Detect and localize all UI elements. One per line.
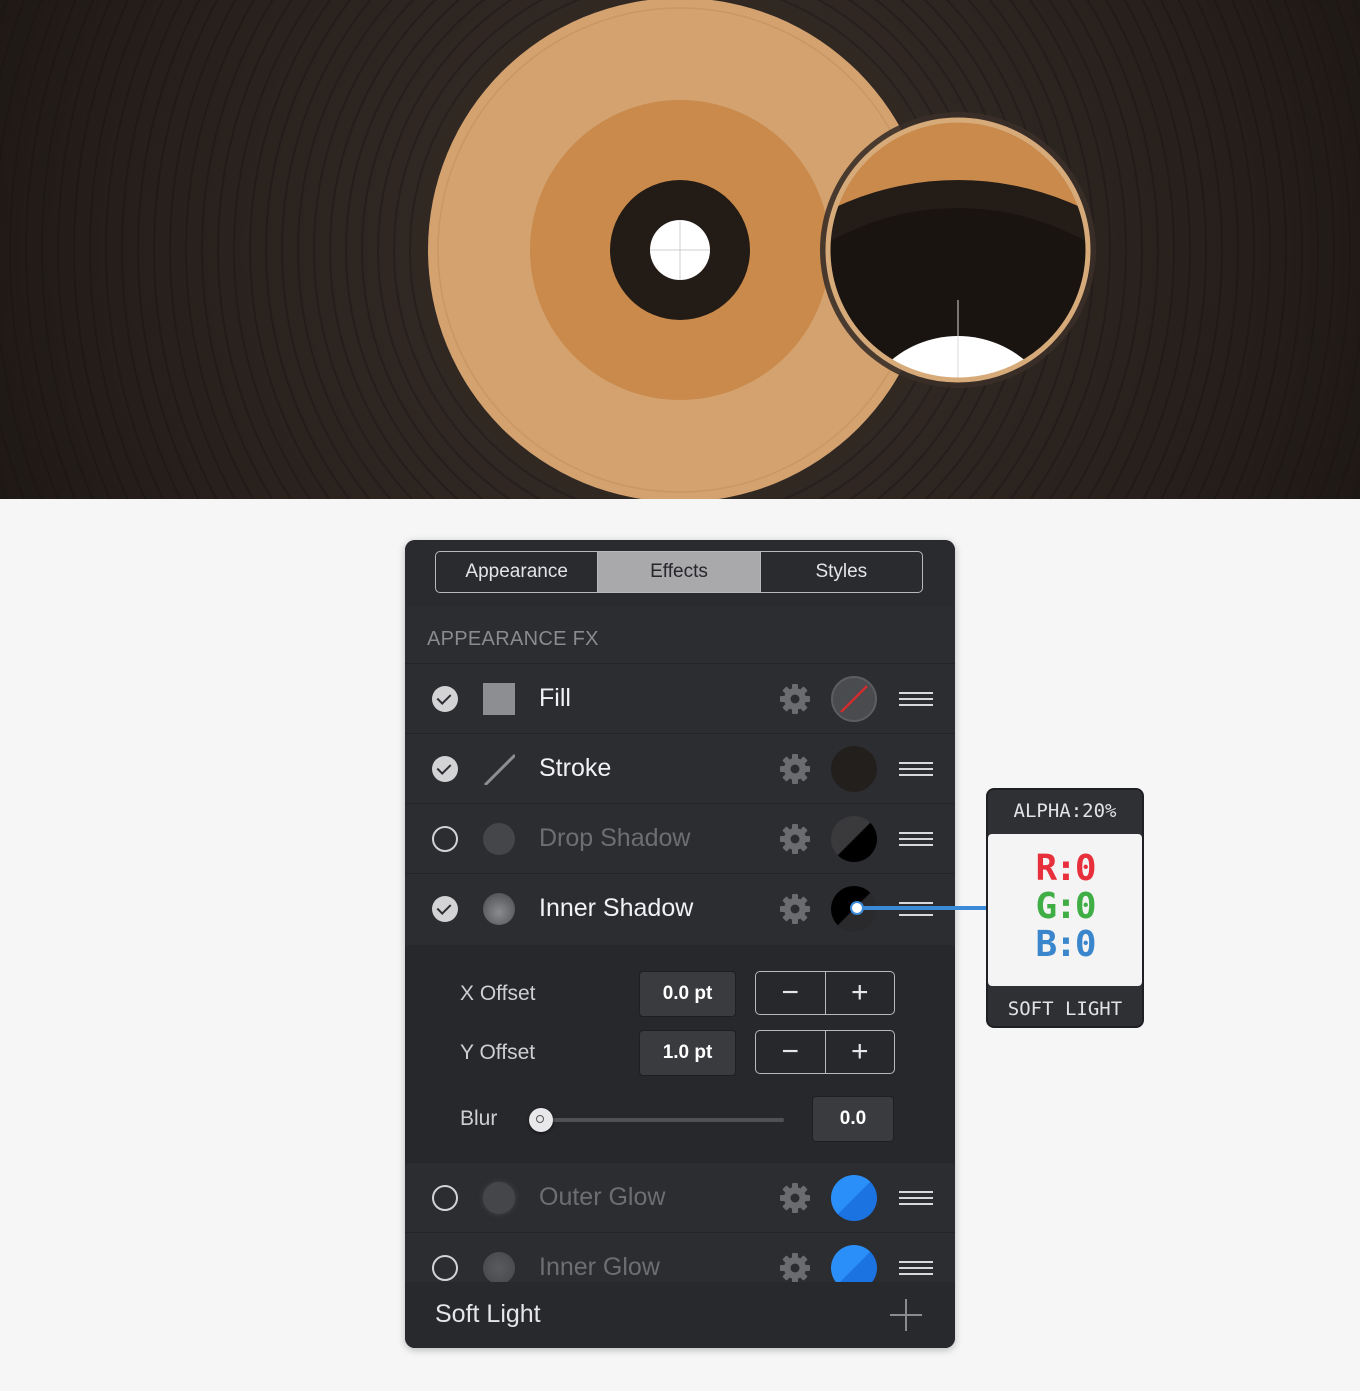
gear-icon[interactable]	[777, 821, 813, 857]
tab-bar: Appearance Effects Styles	[435, 551, 923, 593]
square-icon	[483, 683, 515, 715]
blur-label: Blur	[460, 1107, 498, 1130]
blend-mode-label: SOFT LIGHT	[1007, 998, 1123, 1020]
y-offset-label: Y Offset	[460, 1041, 536, 1064]
circle-icon	[483, 823, 515, 855]
x-offset-label: X Offset	[460, 982, 536, 1005]
drag-handle-icon[interactable]	[899, 1191, 933, 1205]
green-value: G:0	[1035, 886, 1096, 927]
y-offset-decrement-button[interactable]: −	[756, 1031, 825, 1073]
gear-icon[interactable]	[777, 1180, 813, 1216]
fx-label-drop-shadow: Drop Shadow	[539, 824, 691, 852]
plus-icon[interactable]	[888, 1297, 924, 1333]
y-offset-stepper: − +	[755, 1030, 895, 1074]
gear-icon[interactable]	[777, 1250, 813, 1286]
blue-value: B:0	[1035, 924, 1096, 965]
circle-icon	[483, 1252, 515, 1284]
y-offset-increment-button[interactable]: +	[824, 1031, 895, 1073]
line-icon	[483, 753, 515, 785]
y-offset-field[interactable]: 1.0 pt	[639, 1030, 736, 1076]
fx-label-inner-glow: Inner Glow	[539, 1253, 660, 1281]
fx-row-fill[interactable]: Fill	[405, 663, 955, 733]
drop-shadow-color-swatch[interactable]	[831, 816, 877, 862]
panel-header: Appearance Effects Styles	[405, 540, 955, 606]
artboard-canvas	[0, 0, 1360, 499]
stroke-color-swatch[interactable]	[831, 746, 877, 792]
vinyl-illustration	[0, 0, 1360, 499]
drag-handle-icon[interactable]	[899, 832, 933, 846]
blur-slider-track[interactable]	[540, 1118, 784, 1122]
drag-handle-icon[interactable]	[899, 692, 933, 706]
panel-footer: Soft Light	[405, 1282, 955, 1348]
circle-icon	[483, 1182, 515, 1214]
x-offset-decrement-button[interactable]: −	[756, 972, 825, 1014]
color-info-callout: ALPHA:20% R:0 G:0 B:0 SOFT LIGHT	[986, 788, 1144, 1028]
blur-slider-knob[interactable]	[529, 1108, 553, 1132]
drag-handle-icon[interactable]	[899, 1261, 933, 1275]
drop-shadow-checkbox[interactable]	[432, 826, 458, 852]
x-offset-field[interactable]: 0.0 pt	[639, 971, 736, 1017]
fill-color-swatch[interactable]	[831, 676, 877, 722]
tab-styles[interactable]: Styles	[759, 552, 922, 592]
outer-glow-color-swatch[interactable]	[831, 1175, 877, 1221]
inner-glow-checkbox[interactable]	[432, 1255, 458, 1281]
drag-handle-icon[interactable]	[899, 762, 933, 776]
gear-icon[interactable]	[777, 681, 813, 717]
appearance-panel: Appearance Effects Styles APPEARANCE FX …	[405, 540, 955, 1348]
fill-checkbox[interactable]	[432, 686, 458, 712]
fx-row-stroke[interactable]: Stroke	[405, 733, 955, 803]
fx-label-stroke: Stroke	[539, 754, 612, 782]
tab-appearance[interactable]: Appearance	[436, 552, 597, 592]
blend-mode-selector[interactable]: Soft Light	[435, 1300, 541, 1329]
gear-icon[interactable]	[777, 891, 813, 927]
x-offset-stepper: − +	[755, 971, 895, 1015]
fx-row-drop-shadow[interactable]: Drop Shadow	[405, 803, 955, 873]
outer-glow-checkbox[interactable]	[432, 1185, 458, 1211]
alpha-label: ALPHA:20%	[1013, 800, 1117, 822]
inner-shadow-settings: X Offset 0.0 pt − + Y Offset 1.0 pt − + …	[405, 945, 955, 1163]
gear-icon[interactable]	[777, 751, 813, 787]
rgb-card: R:0 G:0 B:0	[988, 834, 1142, 986]
fx-row-outer-glow[interactable]: Outer Glow	[405, 1162, 955, 1232]
x-offset-increment-button[interactable]: +	[824, 972, 895, 1014]
section-title: APPEARANCE FX	[427, 628, 599, 650]
circle-icon	[483, 893, 515, 925]
tab-effects[interactable]: Effects	[597, 552, 760, 592]
fx-label-inner-shadow: Inner Shadow	[539, 894, 694, 922]
fx-label-outer-glow: Outer Glow	[539, 1183, 666, 1211]
stroke-checkbox[interactable]	[432, 756, 458, 782]
callout-connector	[857, 906, 987, 910]
callout-anchor-dot	[850, 901, 864, 915]
red-value: R:0	[1035, 848, 1096, 889]
fx-label-fill: Fill	[539, 684, 571, 712]
blur-value-field[interactable]: 0.0	[812, 1096, 894, 1142]
inner-shadow-checkbox[interactable]	[432, 896, 458, 922]
